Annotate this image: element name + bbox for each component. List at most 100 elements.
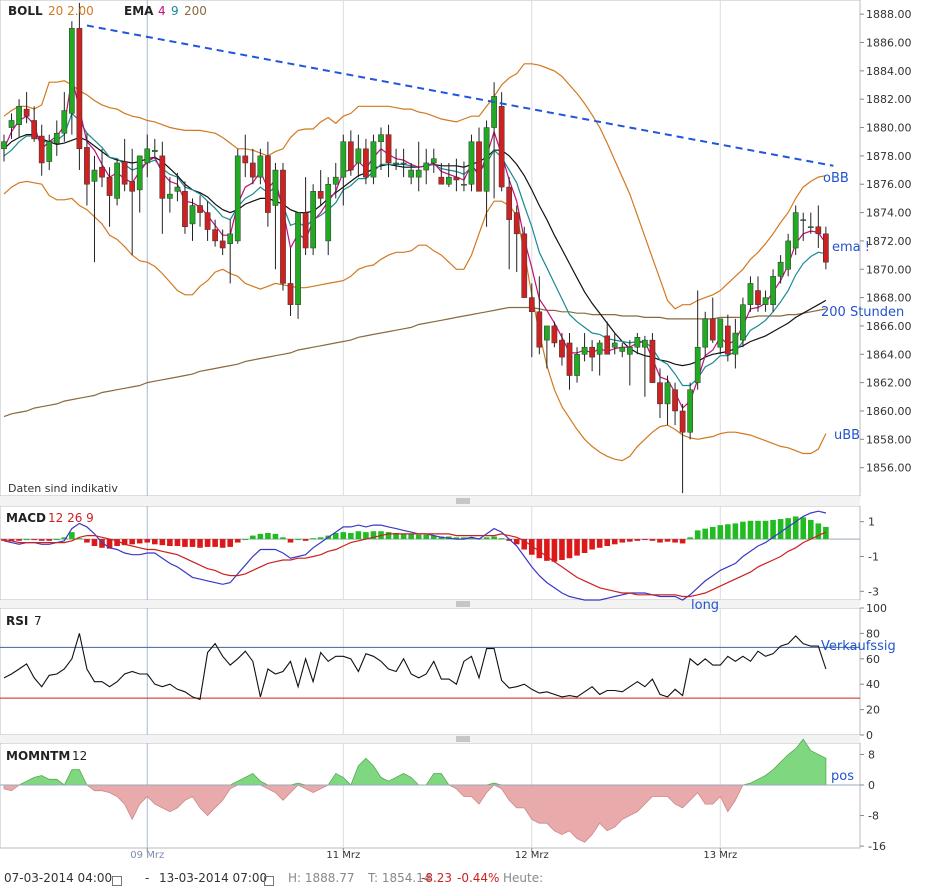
candle-down [815,226,822,235]
macd-legend-params: 12 26 9 [48,511,94,525]
macd-hist-pos [732,523,739,540]
candle-down [76,28,83,150]
panel-splitter-1b[interactable] [0,496,860,506]
rsi-legend-param: 7 [34,614,42,628]
macd-hist-neg [152,539,158,545]
change-percent: -0.44% [457,871,500,885]
x-axis-label: 11 Mrz [326,850,360,861]
macd-hist-neg [536,539,543,559]
candle-up [227,233,234,244]
candle-down [204,212,211,230]
candle-down [672,389,678,412]
macd-hist-pos [69,532,75,540]
ema-legend-p2: 9 [171,4,179,18]
macd-hist-neg [16,539,22,541]
candle-up [325,183,332,242]
price-axis-label: 1856.00 [866,462,912,475]
annotation-ubb: uBB [834,428,860,443]
macd-hist-neg [84,539,90,543]
candle-down [513,212,520,235]
macd-hist-pos [483,537,490,540]
macd-hist-neg [664,539,671,542]
candle-down [536,311,543,348]
boll-legend-name[interactable]: BOLL [8,4,43,18]
macd-hist-pos [280,537,286,540]
macd-hist-pos [687,537,693,540]
macd-hist-neg [136,539,143,544]
annotation-verkaufssig: Verkaufssig [821,639,896,654]
macd-hist-pos [694,530,701,540]
price-axis-label: 1870.00 [866,263,912,276]
candle-down [755,290,761,305]
momentum-axis-label: -16 [868,840,886,853]
macd-hist-pos [272,533,279,540]
momentum-axis-label: 8 [868,748,875,761]
candle-down [521,233,528,298]
macd-legend-name[interactable]: MACD [6,511,46,525]
macd-hist-neg [159,539,166,546]
macd-hist-pos [709,526,716,540]
macd-hist-neg [642,539,648,541]
panel-splitter-2[interactable] [0,600,860,608]
candle-down [438,176,445,185]
macd-hist-neg [657,539,663,543]
macd-axis-label: -3 [868,585,879,598]
macd-hist-pos [340,532,347,540]
candle-up [574,354,580,376]
candle-up [295,212,301,305]
momentum-legend-name[interactable]: MOMNTM [6,749,70,763]
candle-up [355,148,362,164]
disclaimer-text: Daten sind indikativ [8,482,118,495]
annotation-ema: ema ! [832,240,870,255]
candle-down [551,325,558,344]
today-label: Heute: [503,871,544,885]
rsi-legend-name[interactable]: RSI [6,614,28,628]
candle-up [257,155,264,178]
macd-hist-neg [627,539,633,542]
macd-hist-pos [242,539,249,541]
candle-up [807,226,814,228]
candle-down [566,342,573,376]
macd-hist-neg [189,539,196,547]
candle-up [114,162,120,199]
candle-down [159,155,166,199]
candle-up [642,339,648,348]
candle-up [792,212,799,249]
macd-hist-neg [649,539,656,541]
panel-splitter-3[interactable] [0,735,860,743]
macd-hist-neg [287,539,294,543]
macd-hist-neg [574,539,580,556]
candle-down [197,205,203,213]
macd-hist-pos [53,539,60,541]
macd-hist-neg [167,539,173,547]
candle-up [461,183,467,186]
rsi-axis-label: 0 [866,729,873,742]
macd-hist-neg [234,539,241,543]
candle-down [129,181,136,192]
candle-up [611,342,618,348]
macd-hist-neg [611,539,618,545]
candle-up [446,176,452,185]
price-axis-label: 1878.00 [866,150,912,163]
macd-hist-neg [551,539,558,562]
y-axes: 1856.00 1858.00 1860.00 1862.00 1864.00 1866.… [860,8,912,853]
candle-down [212,229,218,242]
ema-legend-name[interactable]: EMA [124,4,154,18]
momentum-legend-param: 12 [72,749,87,763]
candle-up [740,304,746,341]
candle-up [16,106,22,125]
macd-hist-neg [38,539,45,541]
candle-down [31,120,38,140]
candle-up [702,318,709,348]
candle-down [23,108,30,117]
candle-down [604,335,611,355]
candle-down [363,148,369,178]
macd-hist-neg [129,539,135,545]
candle-up [762,297,769,305]
candle-down [287,283,294,305]
macd-hist-neg [589,539,595,550]
macd-hist-pos [498,538,505,540]
price-axis-label: 1876.00 [866,178,912,191]
macd-hist-neg [91,539,98,547]
price-axis-label: 1880.00 [866,122,912,135]
